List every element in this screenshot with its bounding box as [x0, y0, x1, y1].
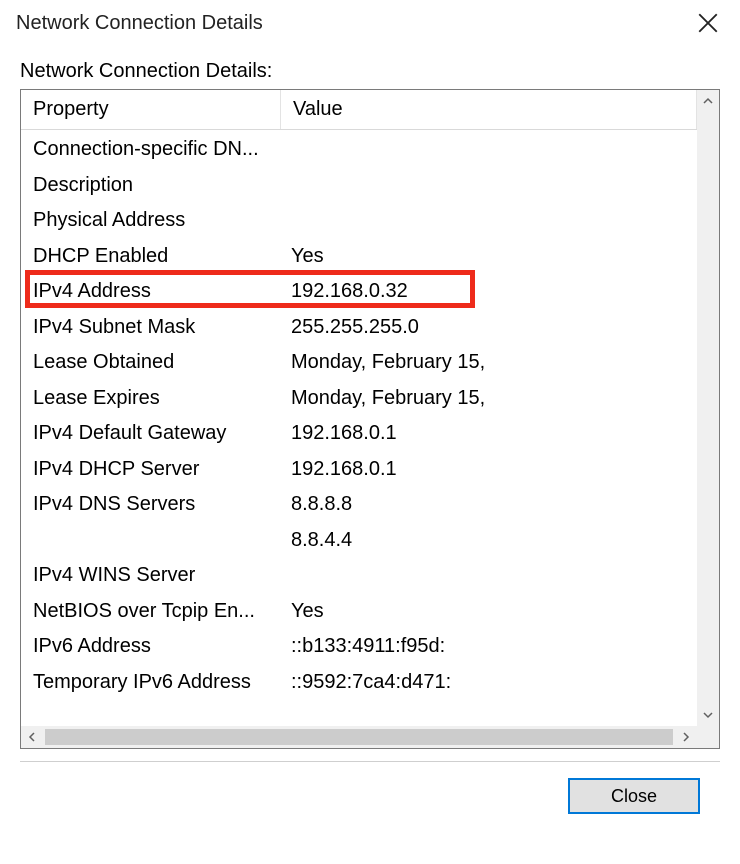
- scrollbar-corner: [697, 726, 719, 748]
- property-cell: Physical Address: [21, 209, 281, 232]
- table-row[interactable]: Lease ExpiresMonday, February 15,: [21, 381, 697, 417]
- table-row[interactable]: IPv6 Address::b133:4911:f95d:: [21, 629, 697, 665]
- value-cell: Yes: [281, 600, 697, 623]
- scroll-up-icon[interactable]: [697, 90, 719, 112]
- vertical-scrollbar[interactable]: [697, 90, 719, 726]
- value-cell: 255.255.255.0: [281, 316, 697, 339]
- table-row[interactable]: DHCP EnabledYes: [21, 239, 697, 275]
- value-cell: Monday, February 15,: [281, 351, 697, 374]
- close-button[interactable]: Close: [568, 778, 700, 814]
- value-cell: Monday, February 15,: [281, 387, 697, 410]
- value-cell: ::9592:7ca4:d471:: [281, 671, 697, 694]
- value-cell: 192.168.0.1: [281, 422, 697, 445]
- hscroll-thumb[interactable]: [45, 729, 673, 745]
- table-row[interactable]: IPv4 WINS Server: [21, 558, 697, 594]
- details-list: Property Value Connection-specific DN...…: [20, 89, 720, 749]
- section-label: Network Connection Details:: [20, 60, 720, 83]
- property-cell: Description: [21, 174, 281, 197]
- content-area: Network Connection Details: Property Val…: [0, 46, 740, 864]
- value-cell: 8.8.8.8: [281, 493, 697, 516]
- property-cell: IPv4 DHCP Server: [21, 458, 281, 481]
- property-cell: Lease Obtained: [21, 351, 281, 374]
- property-cell: IPv4 Address: [21, 280, 281, 303]
- table-row[interactable]: Lease ObtainedMonday, February 15,: [21, 345, 697, 381]
- table-row[interactable]: Temporary IPv6 Address::9592:7ca4:d471:: [21, 665, 697, 701]
- value-cell: 192.168.0.1: [281, 458, 697, 481]
- close-icon[interactable]: [684, 0, 732, 46]
- column-headers: Property Value: [21, 90, 697, 130]
- header-property[interactable]: Property: [21, 90, 281, 129]
- property-cell: Temporary IPv6 Address: [21, 671, 281, 694]
- property-cell: NetBIOS over Tcpip En...: [21, 600, 281, 623]
- data-rows: Connection-specific DN... Description Phys…: [21, 130, 697, 700]
- table-row[interactable]: IPv4 Default Gateway192.168.0.1: [21, 416, 697, 452]
- property-cell: Lease Expires: [21, 387, 281, 410]
- table-row[interactable]: IPv4 Address192.168.0.32: [21, 274, 697, 310]
- window-title: Network Connection Details: [16, 12, 684, 35]
- property-cell: IPv4 DNS Servers: [21, 493, 281, 516]
- value-cell: 8.8.4.4: [281, 529, 697, 552]
- list-body: Property Value Connection-specific DN...…: [21, 90, 719, 748]
- titlebar: Network Connection Details: [0, 0, 740, 46]
- scroll-right-icon[interactable]: [675, 726, 697, 748]
- property-cell: DHCP Enabled: [21, 245, 281, 268]
- x-icon: [698, 13, 718, 33]
- header-value[interactable]: Value: [281, 90, 697, 129]
- table-row[interactable]: NetBIOS over Tcpip En...Yes: [21, 594, 697, 630]
- property-cell: Connection-specific DN...: [21, 138, 281, 161]
- table-row[interactable]: IPv4 Subnet Mask255.255.255.0: [21, 310, 697, 346]
- dialog-window: Network Connection Details Network Conne…: [0, 0, 740, 864]
- property-cell: IPv6 Address: [21, 635, 281, 658]
- table-row[interactable]: IPv4 DNS Servers8.8.8.8: [21, 487, 697, 523]
- table-row[interactable]: IPv4 DHCP Server192.168.0.1: [21, 452, 697, 488]
- property-cell: IPv4 Subnet Mask: [21, 316, 281, 339]
- property-cell: IPv4 Default Gateway: [21, 422, 281, 445]
- value-cell: Yes: [281, 245, 697, 268]
- table-row[interactable]: Connection-specific DN...: [21, 132, 697, 168]
- horizontal-scrollbar[interactable]: [21, 726, 697, 748]
- table-row[interactable]: Description: [21, 168, 697, 204]
- value-cell: 192.168.0.32: [281, 280, 697, 303]
- property-cell: IPv4 WINS Server: [21, 564, 281, 587]
- value-cell: ::b133:4911:f95d:: [281, 635, 697, 658]
- table-row[interactable]: Physical Address: [21, 203, 697, 239]
- table-row[interactable]: 8.8.4.4: [21, 523, 697, 559]
- scroll-left-icon[interactable]: [21, 726, 43, 748]
- scroll-down-icon[interactable]: [697, 704, 719, 726]
- dialog-footer: Close: [20, 762, 720, 830]
